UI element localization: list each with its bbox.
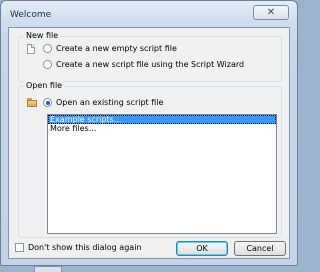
ok-label: OK — [196, 244, 208, 253]
welcome-dialog: Welcome ✕ New file Create a new empty sc… — [0, 0, 298, 266]
radio-new-wizard-file[interactable]: Create a new script file using the Scrip… — [43, 59, 244, 70]
ok-button[interactable]: OK — [176, 241, 228, 256]
dialog-content: New file Create a new empty script file … — [8, 27, 290, 259]
open-file-group: Open file Open an existing script file E… — [18, 81, 282, 238]
radio-button-selected[interactable] — [43, 98, 52, 107]
title-bar[interactable]: Welcome ✕ — [1, 1, 297, 27]
dont-show-again-option[interactable]: Don't show this dialog again — [15, 243, 141, 252]
list-item-example-scripts[interactable]: Example scripts... — [48, 115, 276, 124]
cancel-button[interactable]: Cancel — [234, 241, 286, 256]
folder-icon — [27, 98, 37, 107]
close-button[interactable]: ✕ — [253, 5, 289, 20]
radio-label: Create a new script file using the Scrip… — [56, 60, 245, 69]
radio-button[interactable] — [43, 44, 52, 53]
script-file-list[interactable]: Example scripts... More files... — [47, 114, 277, 234]
radio-button[interactable] — [43, 60, 52, 69]
dialog-title: Welcome — [10, 10, 52, 20]
radio-label: Open an existing script file — [56, 98, 164, 107]
radio-new-empty-file[interactable]: Create a new empty script file — [43, 43, 177, 54]
new-file-legend: New file — [24, 31, 61, 40]
new-file-group: New file Create a new empty script file … — [18, 31, 282, 82]
list-item-more-files[interactable]: More files... — [48, 124, 276, 133]
close-icon: ✕ — [266, 7, 276, 18]
radio-label: Create a new empty script file — [56, 44, 177, 53]
cancel-label: Cancel — [246, 244, 274, 253]
dont-show-label: Don't show this dialog again — [28, 243, 142, 252]
background-window-edge — [34, 266, 62, 272]
document-icon — [27, 44, 35, 54]
dont-show-checkbox[interactable] — [15, 243, 24, 252]
open-file-legend: Open file — [24, 81, 65, 90]
radio-open-existing-file[interactable]: Open an existing script file — [43, 97, 163, 108]
